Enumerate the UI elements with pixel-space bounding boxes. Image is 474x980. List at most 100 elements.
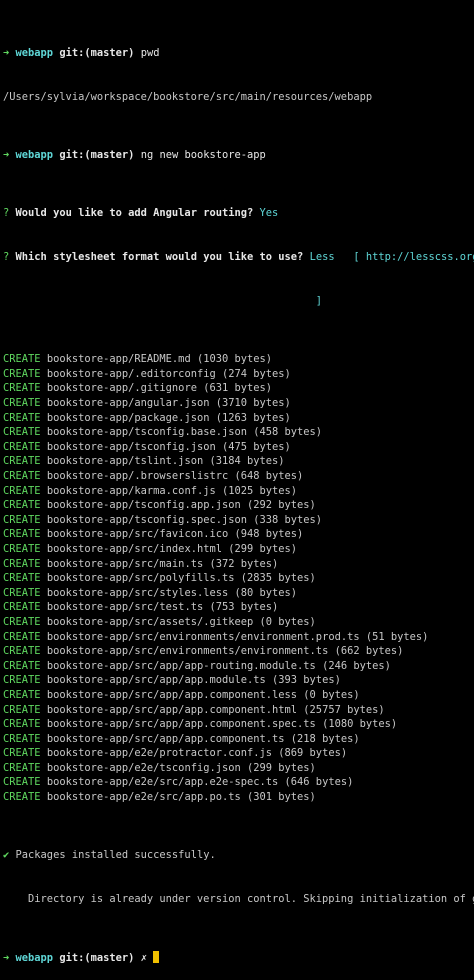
- create-label: CREATE: [3, 615, 41, 628]
- create-file: bookstore-app/e2e/src/app.po.ts (301 byt…: [46, 791, 316, 804]
- create-label: CREATE: [3, 513, 41, 526]
- create-label: CREATE: [3, 747, 41, 760]
- create-label: CREATE: [3, 426, 41, 439]
- question-text: Which stylesheet format would you like t…: [15, 251, 304, 264]
- create-file: bookstore-app/.browserslistrc (648 bytes…: [46, 470, 304, 482]
- create-label: CREATE: [3, 411, 41, 424]
- create-label: CREATE: [3, 586, 41, 599]
- command-text: pwd: [140, 46, 160, 59]
- create-label: CREATE: [3, 703, 41, 716]
- prompt-branch: (master): [84, 46, 135, 59]
- question-mark-icon: ?: [3, 207, 10, 220]
- create-line: CREATE bookstore-app/.browserslistrc (64…: [3, 469, 474, 484]
- create-label: CREATE: [3, 440, 41, 453]
- create-line: CREATE bookstore-app/src/favicon.ico (94…: [3, 527, 474, 542]
- prompt-branch: (master): [84, 148, 135, 161]
- create-file: bookstore-app/src/environments/environme…: [46, 645, 404, 658]
- create-line: CREATE bookstore-app/src/app/app.compone…: [3, 703, 474, 718]
- create-line: CREATE bookstore-app/tsconfig.json (475 …: [3, 440, 474, 455]
- create-label: CREATE: [3, 455, 41, 468]
- create-file: bookstore-app/src/main.ts (372 bytes): [46, 557, 279, 570]
- create-file: bookstore-app/tsconfig.spec.json (338 by…: [46, 513, 323, 526]
- prompt-git-label: git:: [59, 148, 85, 161]
- create-file: bookstore-app/tsconfig.app.json (292 byt…: [46, 499, 316, 512]
- create-label: CREATE: [3, 470, 41, 482]
- create-line: CREATE bookstore-app/package.json (1263 …: [3, 411, 474, 426]
- create-line: CREATE bookstore-app/src/environments/en…: [3, 644, 474, 659]
- create-file: bookstore-app/karma.conf.js (1025 bytes): [46, 484, 298, 497]
- create-line: CREATE bookstore-app/tsconfig.base.json …: [3, 425, 474, 440]
- create-line: CREATE bookstore-app/src/index.html (299…: [3, 542, 474, 557]
- create-line: CREATE bookstore-app/tslint.json (3184 b…: [3, 454, 474, 469]
- prompt-arrow: ➜: [3, 46, 10, 59]
- create-file: bookstore-app/.gitignore (631 bytes): [46, 382, 273, 395]
- create-file: bookstore-app/src/index.html (299 bytes): [46, 542, 298, 555]
- create-file: bookstore-app/tsconfig.json (475 bytes): [46, 440, 291, 453]
- create-label: CREATE: [3, 791, 41, 804]
- question-answer: Yes: [259, 207, 279, 220]
- prompt-dir: webapp: [15, 951, 54, 964]
- create-label: CREATE: [3, 659, 41, 672]
- prompt-line-active[interactable]: ➜ webapp git:(master) ✗: [3, 950, 474, 966]
- git-note-line: Directory is already under version contr…: [3, 893, 474, 906]
- create-line: CREATE bookstore-app/src/environments/en…: [3, 630, 474, 645]
- create-label: CREATE: [3, 776, 41, 789]
- create-line: CREATE bookstore-app/e2e/src/app.e2e-spe…: [3, 775, 474, 790]
- prompt-git-label: git:: [59, 951, 85, 964]
- create-line: CREATE bookstore-app/e2e/tsconfig.json (…: [3, 761, 474, 776]
- create-line: CREATE bookstore-app/angular.json (3710 …: [3, 396, 474, 411]
- create-list: CREATE bookstore-app/README.md (1030 byt…: [3, 352, 474, 804]
- create-file: bookstore-app/src/styles.less (80 bytes): [46, 586, 298, 599]
- create-label: CREATE: [3, 630, 41, 643]
- create-file: bookstore-app/src/test.ts (753 bytes): [46, 601, 279, 614]
- prompt-line: ➜ webapp git:(master) pwd: [3, 46, 474, 61]
- create-file: bookstore-app/src/polyfills.ts (2835 byt…: [46, 572, 316, 585]
- terminal-window[interactable]: ➜ webapp git:(master) pwd /Users/sylvia/…: [0, 0, 474, 964]
- create-label: CREATE: [3, 542, 41, 555]
- create-line: CREATE bookstore-app/src/app/app.module.…: [3, 673, 474, 688]
- create-label: CREATE: [3, 645, 41, 658]
- output-line: /Users/sylvia/workspace/bookstore/src/ma…: [3, 90, 373, 103]
- create-label: CREATE: [3, 353, 41, 366]
- create-file: bookstore-app/e2e/protractor.conf.js (86…: [46, 747, 348, 760]
- prompt-dir: webapp: [15, 46, 54, 59]
- create-label: CREATE: [3, 674, 41, 687]
- create-line: CREATE bookstore-app/src/app/app.compone…: [3, 732, 474, 747]
- create-line: CREATE bookstore-app/src/app/app-routing…: [3, 659, 474, 674]
- prompt-arrow: ➜: [3, 148, 10, 161]
- create-line: CREATE bookstore-app/src/polyfills.ts (2…: [3, 571, 474, 586]
- create-file: bookstore-app/package.json (1263 bytes): [46, 411, 291, 424]
- create-file: bookstore-app/e2e/src/app.e2e-spec.ts (6…: [46, 776, 354, 789]
- prompt-git-label: git:: [59, 46, 85, 59]
- create-line: CREATE bookstore-app/e2e/protractor.conf…: [3, 746, 474, 761]
- create-file: bookstore-app/src/environments/environme…: [46, 630, 429, 643]
- command-text: ng new bookstore-app: [140, 148, 266, 161]
- cursor[interactable]: [153, 950, 160, 963]
- create-file: bookstore-app/tslint.json (3184 bytes): [46, 455, 285, 468]
- create-file: bookstore-app/src/app/app.component.less…: [46, 688, 360, 701]
- prompt-line: ➜ webapp git:(master) ng new bookstore-a…: [3, 148, 474, 163]
- create-file: bookstore-app/angular.json (3710 bytes): [46, 397, 291, 410]
- dirty-mark-icon: ✗: [140, 951, 147, 964]
- create-label: CREATE: [3, 557, 41, 570]
- prompt-dir: webapp: [15, 148, 54, 161]
- question-line: ? Would you like to add Angular routing?…: [3, 206, 474, 221]
- create-file: bookstore-app/src/app/app.component.ts (…: [46, 732, 360, 745]
- question-line: ? Which stylesheet format would you like…: [3, 250, 474, 265]
- create-line: CREATE bookstore-app/src/app/app.compone…: [3, 688, 474, 703]
- create-file: bookstore-app/src/app/app.component.spec…: [46, 718, 398, 731]
- create-file: bookstore-app/src/app/app.module.ts (393…: [46, 674, 341, 687]
- create-file: bookstore-app/e2e/tsconfig.json (299 byt…: [46, 761, 316, 774]
- create-label: CREATE: [3, 761, 41, 774]
- create-line: CREATE bookstore-app/.gitignore (631 byt…: [3, 381, 474, 396]
- create-line: CREATE bookstore-app/.editorconfig (274 …: [3, 367, 474, 382]
- create-label: CREATE: [3, 572, 41, 585]
- prompt-branch: (master): [84, 951, 135, 964]
- create-line: CREATE bookstore-app/src/assets/.gitkeep…: [3, 615, 474, 630]
- prompt-arrow: ➜: [3, 951, 10, 964]
- create-label: CREATE: [3, 688, 41, 701]
- create-file: bookstore-app/src/assets/.gitkeep (0 byt…: [46, 615, 316, 628]
- create-line: CREATE bookstore-app/tsconfig.spec.json …: [3, 513, 474, 528]
- create-line: CREATE bookstore-app/src/main.ts (372 by…: [3, 557, 474, 572]
- question-mark-icon: ?: [3, 251, 10, 264]
